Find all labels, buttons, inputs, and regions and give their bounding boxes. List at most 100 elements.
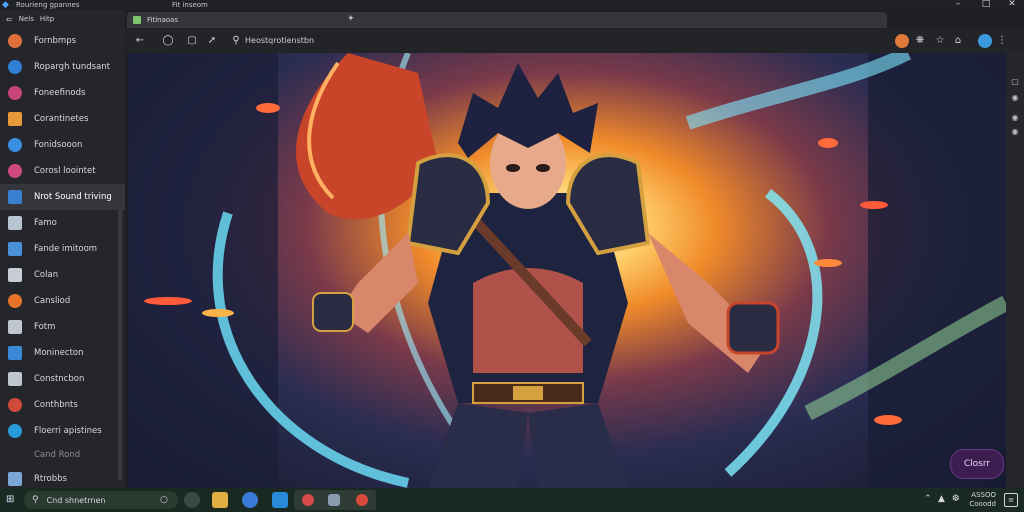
window-title: Rourieng gpannes	[16, 1, 80, 9]
notifications-icon[interactable]: ≡	[1004, 493, 1018, 507]
terminal-icon	[8, 320, 22, 334]
browser-tab[interactable]: Fitinaoas	[127, 12, 887, 28]
taskbar-search-text: Cnd shnetrnen	[46, 495, 106, 505]
eye-icon-3[interactable]: ◉	[1010, 127, 1020, 137]
sidebar-item-label: Cansliod	[34, 296, 71, 306]
sidebar-item-label: Floerri apistines	[34, 426, 102, 436]
sidebar-item[interactable]: Corosl loointet	[0, 158, 125, 184]
sidebar-item-label: Corantinetes	[34, 114, 89, 124]
sidebar-item[interactable]: Corantinetes	[0, 106, 125, 132]
tab-label: Fitinaoas	[147, 16, 179, 24]
anime-hero-illustration	[128, 53, 1006, 488]
menu-dots-icon[interactable]: ⋮	[995, 34, 1009, 48]
tab-strip: Fitinaoas ✦	[125, 10, 1024, 29]
sidebar-item-label: Colan	[34, 270, 59, 280]
sidebar-item[interactable]: Fotm	[0, 314, 125, 340]
sidebar-item[interactable]: Cansliod	[0, 288, 125, 314]
close-window-button[interactable]: ✕	[1000, 0, 1024, 10]
right-side-strip: ▢ ◉ ◉ ◉	[1006, 53, 1024, 488]
maximize-button[interactable]: □	[974, 0, 998, 10]
media-app-icon	[356, 494, 368, 506]
sidebar-item-label: Conthbnts	[34, 400, 78, 410]
menu-item-2[interactable]: Hitp	[40, 15, 54, 23]
pink-circle-icon	[8, 86, 22, 100]
search-icon: ⚲	[32, 495, 39, 505]
tray-chevron-icon[interactable]: ⌃	[924, 494, 932, 504]
sidebar-item-label: Cand Rond	[34, 450, 81, 460]
file-explorer-icon[interactable]	[212, 492, 228, 508]
taskbar: ⊞ ⚲ Cnd shnetrnen ○ ⌃ ▲ ❆ ASSOO Cooodd ≡	[0, 488, 1024, 512]
blue-tile-icon	[8, 346, 22, 360]
sidebar-item[interactable]: Fonidsooon	[0, 132, 125, 158]
sidebar-item[interactable]: Nrot Sound triving	[0, 184, 125, 210]
sidebar-item[interactable]: Fornbmps	[0, 28, 125, 54]
sidebar-item[interactable]: Floerri apistines	[0, 418, 125, 444]
sidebar-item[interactable]: Colan	[0, 262, 125, 288]
address-bar[interactable]: Heostqrotienstbn	[245, 36, 314, 45]
blue-square-icon	[8, 190, 22, 204]
cube-icon	[8, 472, 22, 486]
chrome-icon	[8, 398, 22, 412]
sidebar-item-label: Ropargh tundsant	[34, 62, 111, 72]
task-view-icon[interactable]	[184, 492, 200, 508]
blue-window-icon	[8, 242, 22, 256]
menu-item-1[interactable]: Nels	[19, 15, 34, 23]
sidebar-item[interactable]: Ropargh tundsant	[0, 54, 125, 80]
taskbar-search[interactable]: ⚲ Cnd shnetrnen ○	[24, 491, 178, 509]
panel-icon[interactable]: ▢	[1010, 77, 1020, 87]
sidebar-item-label: Foneefinods	[34, 88, 86, 98]
network-icon[interactable]: ▲	[938, 494, 945, 504]
windows-start-icon[interactable]: ⊞	[6, 494, 18, 506]
sidebar-item[interactable]: Constncbon	[0, 366, 125, 392]
back-arrow-icon[interactable]: ⇐	[6, 15, 13, 24]
profile-avatar-icon[interactable]	[978, 34, 992, 48]
copy-icon[interactable]: ▢	[185, 34, 199, 48]
window-icon	[8, 216, 22, 230]
sidebar-item[interactable]: Conthbnts	[0, 392, 125, 418]
share-icon[interactable]: ➚	[205, 34, 219, 48]
eye-icon-2[interactable]: ◉	[1010, 113, 1020, 123]
sidebar-item-label: Fotm	[34, 322, 56, 332]
minimize-button[interactable]: –	[946, 0, 970, 10]
browser-app-icon[interactable]	[242, 492, 258, 508]
browser-toolbar: ← ◯ ▢ ➚ ⚲ Heostqrotienstbn ❋ ☆ ⌂ ⋮	[125, 29, 1024, 53]
cog-icon[interactable]: ❋	[913, 34, 927, 48]
sidebar-item[interactable]: Cand Rond	[0, 444, 125, 466]
search-icon: ⚲	[232, 35, 240, 46]
volume-icon[interactable]: ❆	[952, 494, 960, 504]
system-clock[interactable]: ASSOO Cooodd	[966, 491, 996, 509]
new-tab-icon[interactable]: ✦	[347, 14, 355, 24]
store-icon[interactable]	[272, 492, 288, 508]
sidebar-item-label: Famo	[34, 218, 57, 228]
star-icon[interactable]: ☆	[933, 34, 947, 48]
sidebar-item-label: Corosl loointet	[34, 166, 96, 176]
orange-square-icon	[8, 112, 22, 126]
sidebar-item[interactable]: Moninecton	[0, 340, 125, 366]
app-logo-icon: ◆	[2, 0, 9, 10]
shield-icon[interactable]: ◯	[161, 34, 175, 48]
chat-launcher-button[interactable]: Closrr	[950, 449, 1004, 479]
sidebar-list: Fornbmps Ropargh tundsant Foneefinods Coran…	[0, 28, 125, 492]
sidebar-item-label: Rtrobbs	[34, 474, 67, 484]
title-bar: ◆ Rourieng gpannes Fit inseom – □ ✕	[0, 0, 1024, 10]
browser-window: Fitinaoas ✦ ← ◯ ▢ ➚ ⚲ Heostqrotienstbn ❋…	[125, 10, 1024, 488]
sidebar-item-label: Nrot Sound triving	[34, 192, 112, 202]
sidebar-item[interactable]: Famo	[0, 210, 125, 236]
orange-extension-icon[interactable]	[895, 34, 909, 48]
sidebar-item[interactable]: Foneefinods	[0, 80, 125, 106]
sidebar-scrollbar[interactable]	[118, 210, 122, 480]
sidebar-item-label: Fornbmps	[34, 36, 77, 46]
copilot-icon: ○	[160, 495, 168, 505]
hero-artwork: Closrr	[128, 53, 1006, 488]
tab-favicon-icon	[133, 16, 141, 24]
edge-icon	[8, 424, 22, 438]
blue-globe-icon	[8, 60, 22, 74]
sidebar-item-label: Fande imitoom	[34, 244, 98, 254]
blue-circle-icon	[8, 138, 22, 152]
sidebar-item-label: Fonidsooon	[34, 140, 83, 150]
home-icon[interactable]: ⌂	[951, 34, 965, 48]
sidebar-item[interactable]: Fande imitoom	[0, 236, 125, 262]
eye-icon[interactable]: ◉	[1010, 93, 1020, 103]
back-icon[interactable]: ←	[133, 34, 147, 48]
chat-icon	[8, 268, 22, 282]
